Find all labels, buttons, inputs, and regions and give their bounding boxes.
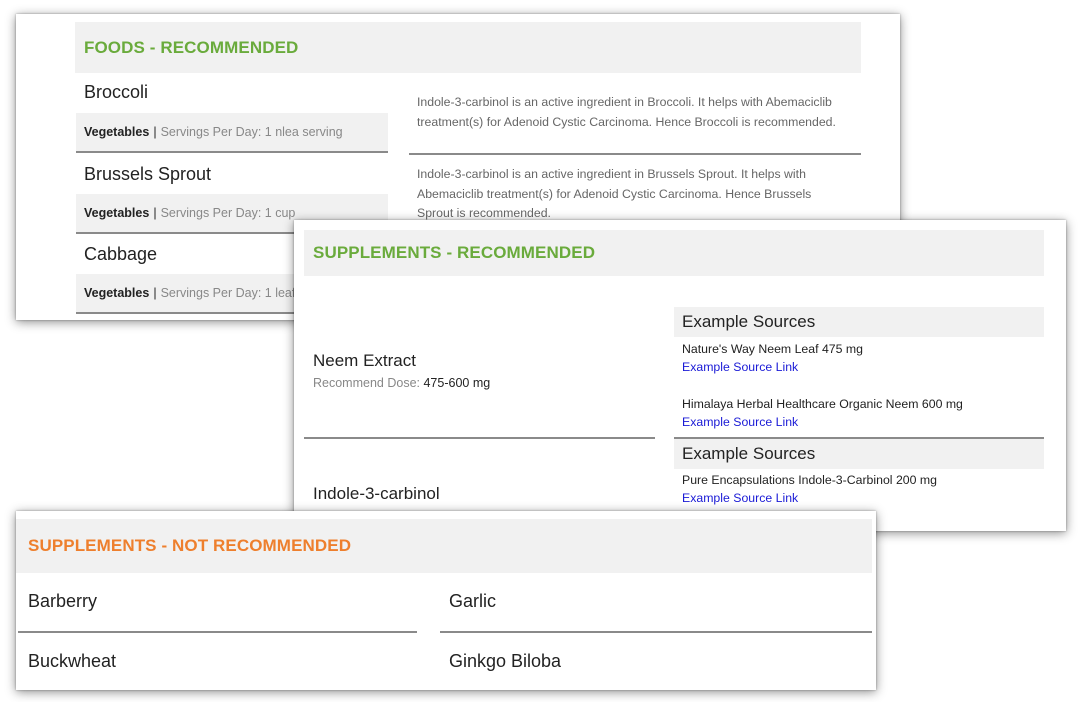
meta-separator: | bbox=[153, 125, 157, 139]
supplements-not-recommended-card: SUPPLEMENTS - NOT RECOMMENDED Barberry G… bbox=[16, 511, 876, 690]
supplements-recommended-card: SUPPLEMENTS - RECOMMENDED Neem Extract R… bbox=[294, 220, 1066, 531]
divider bbox=[440, 631, 872, 633]
food-servings: Servings Per Day: 1 leaf / m bbox=[160, 286, 317, 300]
not-recommended-item-ginkgo-biloba: Ginkgo Biloba bbox=[449, 651, 562, 671]
supplements-section-header: SUPPLEMENTS - RECOMMENDED bbox=[304, 230, 1044, 276]
food-category: Vegetables bbox=[84, 206, 150, 220]
not-recommended-item-garlic: Garlic bbox=[449, 591, 497, 611]
food-meta-broccoli: Vegetables | Servings Per Day: 1 nlea se… bbox=[76, 113, 388, 153]
example-sources-header: Example Sources bbox=[674, 307, 1044, 337]
example-source-link[interactable]: Example Source Link bbox=[682, 360, 798, 374]
example-sources-header: Example Sources bbox=[674, 439, 1044, 469]
not-recommended-item-barberry: Barberry bbox=[28, 591, 98, 611]
supplement-name-neem-extract: Neem Extract bbox=[313, 351, 416, 370]
food-name-brussels-sprout: Brussels Sprout bbox=[84, 164, 212, 184]
source-name: Nature's Way Neem Leaf 475 mg bbox=[682, 342, 863, 356]
source-name: Himalaya Herbal Healthcare Organic Neem … bbox=[682, 397, 963, 411]
food-name-broccoli: Broccoli bbox=[84, 82, 149, 102]
divider bbox=[304, 437, 655, 439]
divider bbox=[18, 631, 417, 633]
dose-label: Recommend Dose: bbox=[313, 376, 420, 390]
dose-value: 475-600 mg bbox=[423, 376, 491, 390]
supplement-name-indole-3-carbinol: Indole-3-carbinol bbox=[313, 484, 440, 503]
source-name: Pure Encapsulations Indole-3-Carbinol 20… bbox=[682, 473, 937, 487]
not-recommended-item-buckwheat: Buckwheat bbox=[28, 651, 117, 671]
supplements-section-title: SUPPLEMENTS - RECOMMENDED bbox=[313, 243, 596, 262]
foods-section-title: FOODS - RECOMMENDED bbox=[84, 37, 299, 57]
food-name-cabbage: Cabbage bbox=[84, 244, 158, 264]
food-category: Vegetables bbox=[84, 125, 150, 139]
meta-separator: | bbox=[153, 206, 157, 220]
divider bbox=[409, 153, 861, 155]
food-description-broccoli: Indole-3-carbinol is an active ingredien… bbox=[417, 95, 836, 129]
example-source-link[interactable]: Example Source Link bbox=[682, 415, 798, 429]
example-source-link[interactable]: Example Source Link bbox=[682, 491, 798, 505]
not-recommended-section-title: SUPPLEMENTS - NOT RECOMMENDED bbox=[28, 536, 352, 555]
not-recommended-section-header: SUPPLEMENTS - NOT RECOMMENDED bbox=[16, 519, 872, 573]
food-servings: Servings Per Day: 1 nlea serving bbox=[160, 125, 343, 139]
food-category: Vegetables bbox=[84, 286, 150, 300]
meta-separator: | bbox=[153, 286, 157, 300]
food-servings: Servings Per Day: 1 cup bbox=[160, 206, 296, 220]
supplement-dose: Recommend Dose: 475-600 mg bbox=[313, 376, 490, 390]
foods-section-header: FOODS - RECOMMENDED bbox=[75, 22, 861, 73]
food-description-brussels-sprout: Indole-3-carbinol is an active ingredien… bbox=[417, 167, 812, 220]
